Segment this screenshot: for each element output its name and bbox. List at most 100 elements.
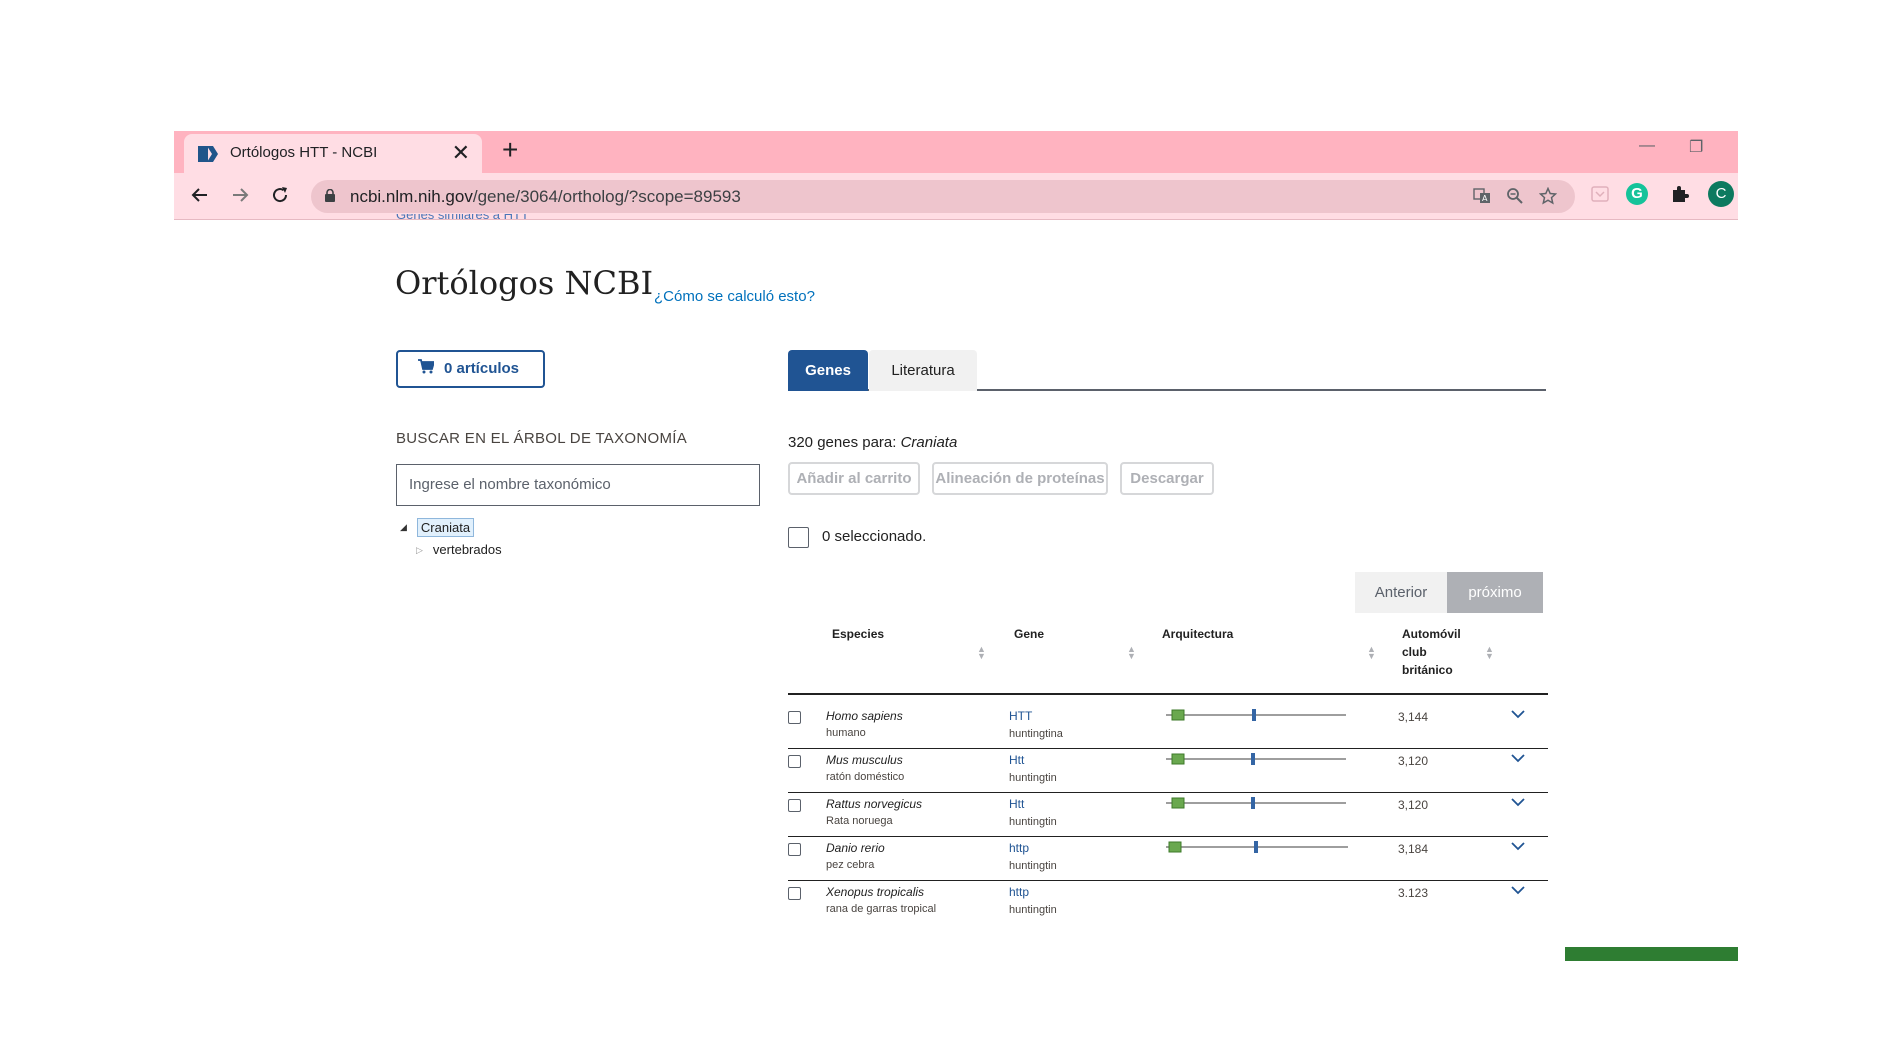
gene-link[interactable]: Htt	[1009, 797, 1024, 811]
result-count: 320 genes para: Craniata	[788, 434, 957, 451]
tab-strip: Ortólogos HTT - NCBI ✕ + — ❐	[174, 131, 1738, 173]
next-page-button[interactable]: próximo	[1447, 572, 1543, 613]
chevron-down-icon[interactable]	[1510, 796, 1526, 808]
chevron-down-icon[interactable]	[1510, 840, 1526, 852]
url-path: /gene/3064/ortholog/?scope=89593	[472, 187, 741, 206]
address-bar[interactable]: ncbi.nlm.nih.gov/gene/3064/ortholog/?sco…	[311, 180, 1575, 213]
gene-link[interactable]: http	[1009, 841, 1029, 855]
row-checkbox[interactable]	[788, 755, 801, 768]
architecture-graphic	[1166, 709, 1346, 721]
tree-node-label[interactable]: vertebrados	[433, 542, 502, 557]
common-name: ratón doméstico	[826, 771, 905, 783]
tab-literature[interactable]: Literatura	[869, 350, 977, 391]
domain-marker[interactable]	[1254, 841, 1258, 853]
browser-tab[interactable]: Ortólogos HTT - NCBI ✕	[184, 134, 482, 173]
bookmark-star-icon[interactable]	[1537, 185, 1559, 207]
how-calculated-link[interactable]: ¿Cómo se calculó esto?	[654, 288, 815, 305]
new-tab-button[interactable]: +	[502, 134, 518, 166]
collapsed-triangle-icon[interactable]: ▷	[416, 545, 423, 555]
protein-alignment-button[interactable]: Alineación de proteínas	[932, 462, 1108, 495]
lock-icon	[325, 189, 335, 202]
column-length-line: Automóvil	[1402, 627, 1461, 641]
forward-arrow-icon[interactable]	[226, 181, 254, 209]
sort-species-icon[interactable]: ▲ ▼	[977, 645, 986, 661]
zoom-icon[interactable]	[1504, 185, 1526, 207]
tab-close-icon[interactable]: ✕	[452, 140, 470, 166]
grammarly-icon[interactable]: G	[1626, 183, 1648, 205]
domain-marker[interactable]	[1251, 797, 1255, 809]
row-checkbox[interactable]	[788, 711, 801, 724]
count-taxon: Craniata	[900, 434, 958, 451]
column-architecture: Arquitectura	[1162, 627, 1234, 641]
feedback-bar[interactable]	[1565, 947, 1738, 961]
domain-heat-repeat[interactable]	[1171, 753, 1185, 765]
species-name: Mus musculus	[826, 753, 903, 767]
cart-icon	[418, 359, 436, 379]
selected-count: 0 seleccionado.	[822, 528, 927, 545]
expanded-triangle-icon[interactable]: ◢	[400, 522, 407, 532]
gene-link[interactable]: http	[1009, 885, 1029, 899]
column-length-line: británico	[1402, 663, 1453, 677]
tab-genes[interactable]: Genes	[788, 350, 868, 391]
restore-button[interactable]: ❐	[1689, 137, 1703, 157]
sort-length-icon[interactable]: ▲ ▼	[1485, 645, 1494, 661]
domain-heat-repeat[interactable]	[1168, 841, 1182, 853]
gene-link[interactable]: HTT	[1009, 709, 1032, 723]
architecture-graphic	[1166, 883, 1348, 899]
url-text[interactable]: ncbi.nlm.nih.gov/gene/3064/ortholog/?sco…	[350, 187, 741, 207]
taxonomy-heading: BUSCAR EN EL ÁRBOL DE TAXONOMÍA	[396, 430, 688, 447]
cart-button[interactable]: 0 artículos	[396, 350, 545, 388]
domain-marker[interactable]	[1252, 709, 1256, 721]
column-length-line: club	[1402, 645, 1427, 659]
column-gene[interactable]: Gene	[1014, 625, 1044, 643]
common-name: humano	[826, 727, 866, 739]
gene-description: huntingtina	[1009, 728, 1063, 740]
sort-architecture-icon[interactable]: ▲ ▼	[1367, 645, 1376, 661]
row-checkbox[interactable]	[788, 843, 801, 856]
download-button[interactable]: Descargar	[1120, 462, 1214, 495]
chevron-down-icon[interactable]	[1510, 708, 1526, 720]
extension-pocket-icon[interactable]	[1587, 181, 1613, 207]
tree-node-child[interactable]: ▷ vertebrados	[416, 542, 502, 557]
reload-icon[interactable]	[266, 181, 294, 209]
row-checkbox[interactable]	[788, 799, 801, 812]
domain-heat-repeat[interactable]	[1171, 797, 1185, 809]
tree-node-label[interactable]: Craniata	[416, 518, 475, 537]
protein-length: 3,144	[1398, 710, 1429, 724]
taxonomy-search-input[interactable]: Ingrese el nombre taxonómico	[396, 464, 760, 506]
chevron-down-icon[interactable]	[1510, 884, 1526, 896]
gene-description: huntingtin	[1009, 816, 1057, 828]
minimize-button[interactable]: —	[1639, 137, 1655, 155]
back-arrow-icon[interactable]	[186, 181, 214, 209]
gene-description: huntingtin	[1009, 860, 1057, 872]
common-name: rana de garras tropical	[826, 903, 937, 915]
svg-text:A: A	[1482, 194, 1488, 203]
result-tabs: Genes Literatura	[788, 350, 1546, 391]
previous-page-button[interactable]: Anterior	[1355, 572, 1447, 613]
translate-icon[interactable]: A	[1471, 185, 1493, 207]
chevron-down-icon[interactable]	[1510, 752, 1526, 764]
column-species[interactable]: Especies	[832, 625, 884, 643]
count-prefix: 320 genes para:	[788, 434, 901, 451]
table-row: Xenopus tropicalis rana de garras tropic…	[788, 881, 1548, 935]
architecture-graphic	[1166, 753, 1346, 765]
common-name: Rata noruega	[826, 815, 893, 827]
extensions-puzzle-icon[interactable]	[1667, 181, 1693, 207]
gene-link[interactable]: Htt	[1009, 753, 1024, 767]
tree-node-root[interactable]: ◢ Craniata	[400, 518, 475, 537]
profile-avatar[interactable]: C	[1708, 181, 1734, 207]
select-all-checkbox[interactable]	[788, 527, 809, 548]
protein-length: 3,120	[1398, 798, 1429, 812]
cart-label: 0 artículos	[444, 360, 520, 377]
domain-heat-repeat[interactable]	[1171, 709, 1185, 721]
sort-gene-icon[interactable]: ▲ ▼	[1127, 645, 1136, 661]
similar-genes-link[interactable]: Genes similares a HTT	[396, 214, 529, 222]
column-length[interactable]: Automóvil club británico	[1402, 625, 1461, 679]
row-checkbox[interactable]	[788, 887, 801, 900]
protein-length: 3.123	[1398, 886, 1429, 900]
protein-length: 3,120	[1398, 754, 1429, 768]
add-to-cart-button[interactable]: Añadir al carrito	[788, 462, 920, 495]
page-title: Ortólogos NCBI	[395, 264, 654, 302]
domain-marker[interactable]	[1251, 753, 1255, 765]
tab-title: Ortólogos HTT - NCBI	[230, 144, 378, 161]
